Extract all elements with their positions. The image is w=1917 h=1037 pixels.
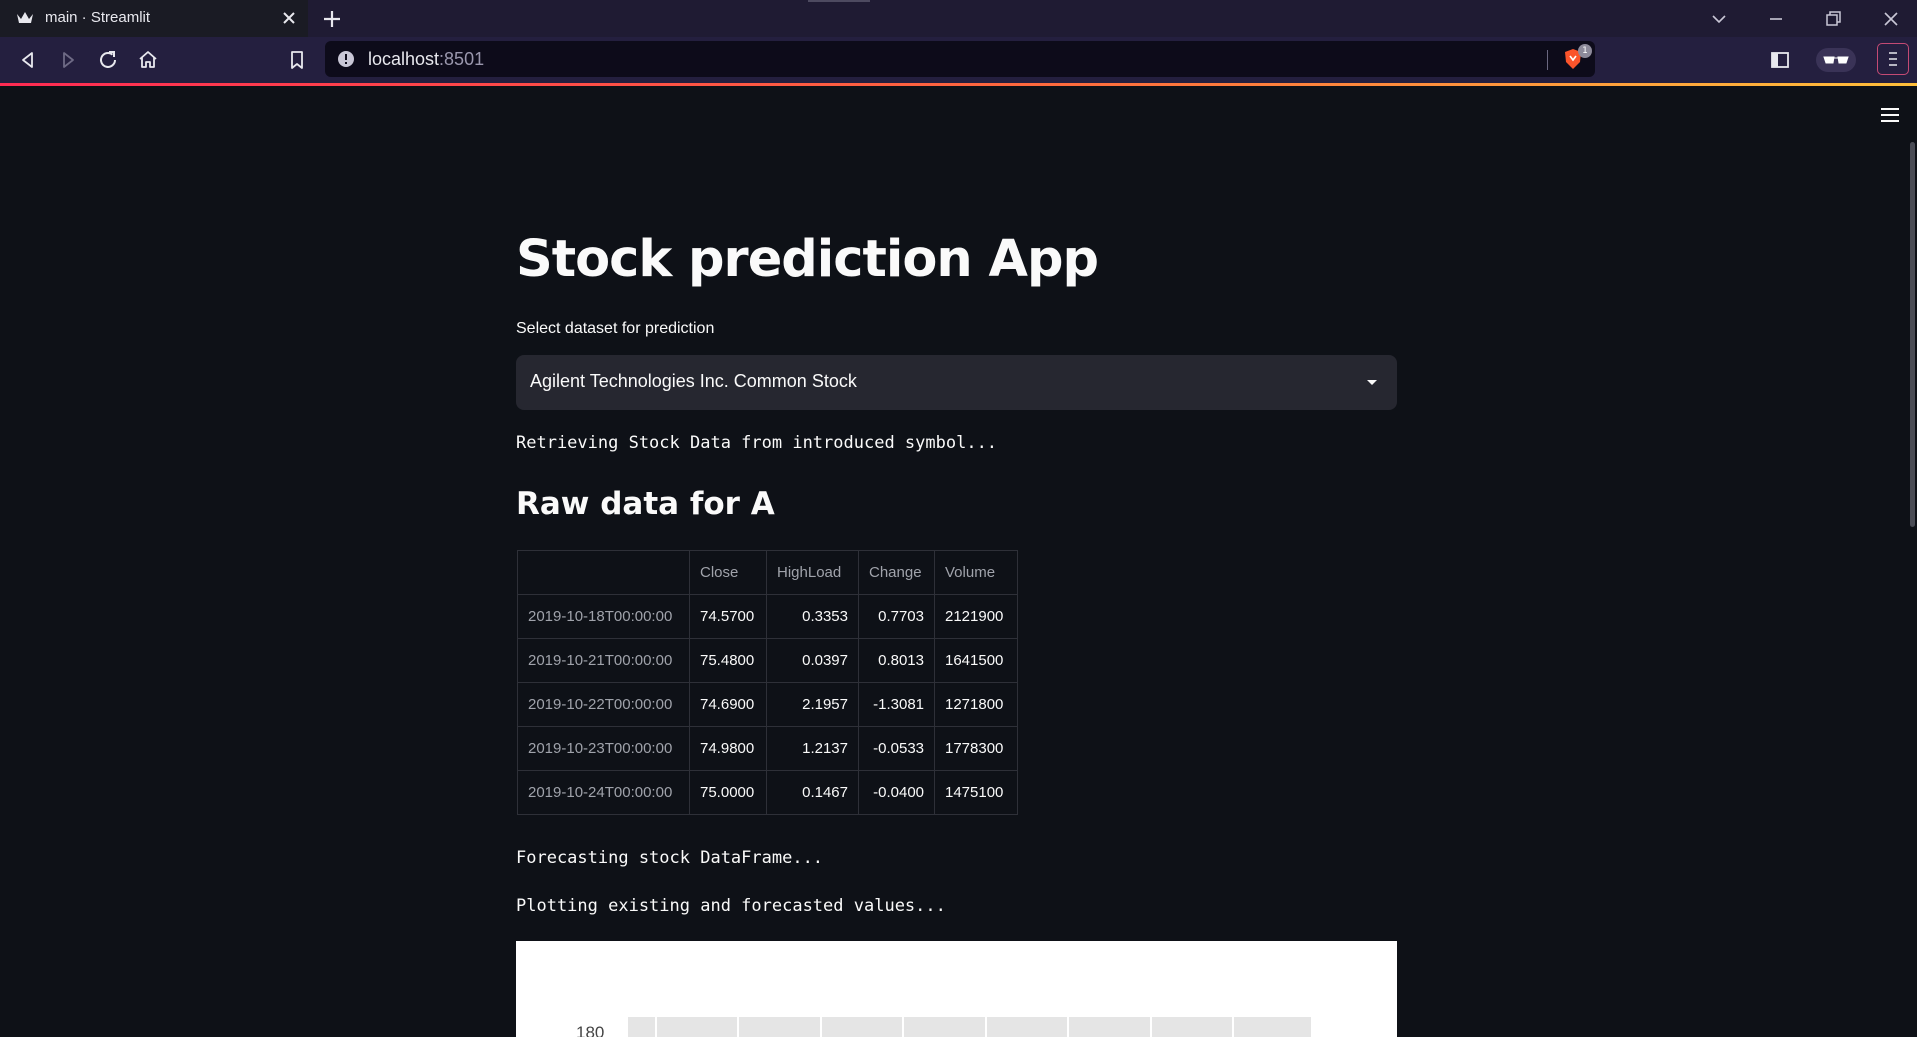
close-cell: 75.4800	[689, 638, 767, 683]
volume-cell: 2121900	[934, 594, 1018, 639]
back-icon[interactable]	[16, 48, 40, 72]
forward-icon[interactable]	[56, 48, 80, 72]
status-forecasting: Forecasting stock DataFrame...	[516, 848, 824, 868]
close-column-header[interactable]: Close	[689, 550, 767, 595]
row-index: 2019-10-22T00:00:00	[517, 682, 690, 727]
table-row: 2019-10-21T00:00:00 75.4800 0.0397 0.801…	[517, 638, 1018, 683]
close-cell: 74.6900	[689, 682, 767, 727]
app-menu-icon[interactable]	[1879, 106, 1901, 124]
chart-gridline	[1067, 1017, 1069, 1037]
close-cell: 74.9800	[689, 726, 767, 771]
row-index: 2019-10-23T00:00:00	[517, 726, 690, 771]
raw-data-table: Close HighLoad Change Volume 2019-10-18T…	[517, 550, 1018, 815]
sidebar-toggle-icon[interactable]	[1768, 48, 1792, 72]
volume-cell: 1271800	[934, 682, 1018, 727]
active-tab[interactable]: main · Streamlit	[0, 0, 308, 37]
site-info-icon[interactable]	[337, 50, 355, 68]
table-row: 2019-10-18T00:00:00 74.5700 0.3353 0.770…	[517, 594, 1018, 639]
table-header-row: Close HighLoad Change Volume	[517, 550, 1018, 595]
restore-icon[interactable]	[1822, 8, 1844, 30]
highload-cell: 0.0397	[766, 638, 859, 683]
status-plotting: Plotting existing and forecasted values.…	[516, 896, 946, 916]
volume-column-header[interactable]: Volume	[934, 550, 1018, 595]
y-tick-label: 180	[576, 1023, 605, 1037]
browser-toolbar: localhost:8501 1	[0, 37, 1917, 83]
loading-gradient-bar	[0, 83, 1917, 86]
tab-strip-indicator	[808, 0, 870, 2]
bookmark-icon[interactable]	[285, 48, 309, 72]
chart-gridline	[655, 1017, 657, 1037]
table-row: 2019-10-22T00:00:00 74.6900 2.1957 -1.30…	[517, 682, 1018, 727]
brave-wallet-glasses-icon[interactable]	[1816, 48, 1856, 72]
minimize-icon[interactable]	[1765, 8, 1787, 30]
dataset-select-label: Select dataset for prediction	[516, 320, 715, 337]
table-row: 2019-10-24T00:00:00 75.0000 0.1467 -0.04…	[517, 770, 1018, 815]
change-cell: -1.3081	[858, 682, 935, 727]
row-index: 2019-10-24T00:00:00	[517, 770, 690, 815]
chart-gridline	[737, 1017, 739, 1037]
dataset-selectbox[interactable]: Agilent Technologies Inc. Common Stock	[516, 355, 1397, 410]
close-cell: 75.0000	[689, 770, 767, 815]
chart-plot-area[interactable]	[628, 1017, 1311, 1037]
menu-lines-icon	[1889, 52, 1897, 66]
change-column-header[interactable]: Change	[858, 550, 935, 595]
change-cell: -0.0400	[858, 770, 935, 815]
highload-cell: 2.1957	[766, 682, 859, 727]
raw-data-header: Raw data for A	[516, 486, 775, 522]
new-tab-icon[interactable]	[321, 8, 343, 30]
chart-gridline	[820, 1017, 822, 1037]
tab-search-chevron-icon[interactable]	[1708, 8, 1730, 30]
chart-gridline	[902, 1017, 904, 1037]
change-cell: -0.0533	[858, 726, 935, 771]
row-index: 2019-10-18T00:00:00	[517, 594, 690, 639]
chart-gridline	[1232, 1017, 1234, 1037]
change-cell: 0.7703	[858, 594, 935, 639]
home-icon[interactable]	[136, 48, 160, 72]
page-scrollbar[interactable]	[1910, 142, 1915, 527]
chart-gridline	[1150, 1017, 1152, 1037]
chart-gridline	[985, 1017, 987, 1037]
close-window-icon[interactable]	[1880, 8, 1902, 30]
table-row: 2019-10-23T00:00:00 74.9800 1.2137 -0.05…	[517, 726, 1018, 771]
shield-count-badge: 1	[1578, 44, 1592, 58]
page-title: Stock prediction App	[516, 230, 1099, 289]
url-separator	[1547, 50, 1548, 70]
url-text: localhost:8501	[368, 49, 485, 69]
browser-tab-bar: main · Streamlit	[0, 0, 1917, 37]
highload-cell: 0.1467	[766, 770, 859, 815]
highload-column-header[interactable]: HighLoad	[766, 550, 859, 595]
status-retrieving: Retrieving Stock Data from introduced sy…	[516, 433, 998, 453]
volume-cell: 1475100	[934, 770, 1018, 815]
close-cell: 74.5700	[689, 594, 767, 639]
highload-cell: 0.3353	[766, 594, 859, 639]
row-index: 2019-10-21T00:00:00	[517, 638, 690, 683]
change-cell: 0.8013	[858, 638, 935, 683]
forecast-chart[interactable]: 180	[516, 941, 1397, 1037]
index-column-header[interactable]	[517, 550, 690, 595]
volume-cell: 1641500	[934, 638, 1018, 683]
dataset-selected-value: Agilent Technologies Inc. Common Stock	[530, 371, 857, 391]
caret-down-icon[interactable]	[1366, 377, 1378, 387]
tab-title: main · Streamlit	[45, 9, 151, 26]
highload-cell: 1.2137	[766, 726, 859, 771]
streamlit-crown-icon	[17, 12, 33, 23]
browser-menu-button[interactable]	[1877, 43, 1909, 75]
address-bar[interactable]: localhost:8501 1	[325, 41, 1595, 77]
close-tab-icon[interactable]	[280, 9, 298, 27]
volume-cell: 1778300	[934, 726, 1018, 771]
reload-icon[interactable]	[96, 48, 120, 72]
